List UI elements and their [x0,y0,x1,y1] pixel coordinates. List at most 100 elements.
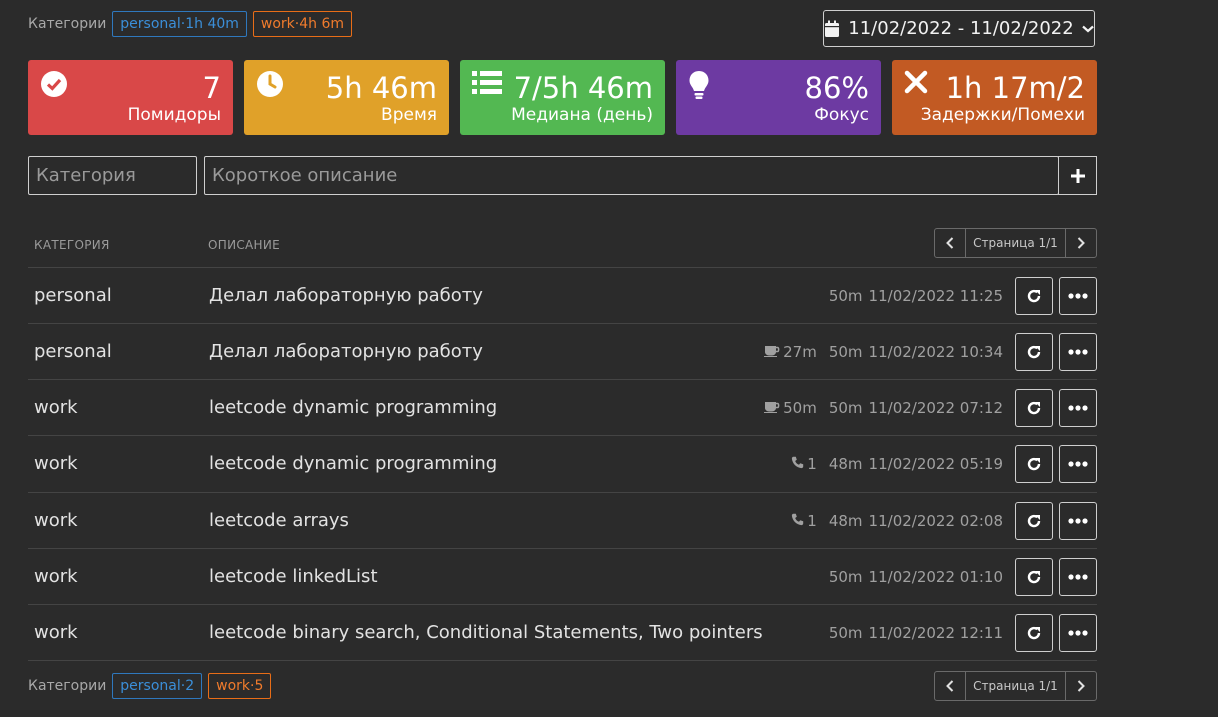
row-description: leetcode dynamic programming [209,397,498,418]
ellipsis-icon [1068,518,1088,524]
stat-value: 1h 17m/2 [945,71,1085,105]
repeat-button[interactable] [1015,558,1053,596]
next-page-button[interactable] [1066,229,1096,257]
row-description: Делал лабораторную работу [209,341,483,362]
chevron-left-icon [945,680,954,692]
stat-card-pomodoros: 7 Помидоры [28,60,233,135]
row-category: work [34,510,78,531]
more-options-button[interactable] [1059,558,1097,596]
category-input[interactable]: Категория [28,156,197,195]
repeat-button[interactable] [1015,445,1053,483]
chevron-right-icon [1077,237,1086,249]
repeat-button[interactable] [1015,502,1053,540]
stat-caption: Задержки/Помехи [920,105,1085,125]
check-circle-icon [41,71,67,97]
row-datetime: 11/02/2022 12:11 [868,624,1003,642]
ellipsis-icon [1068,405,1088,411]
repeat-button[interactable] [1015,614,1053,652]
stat-card-median: 7/5h 46m Медиана (день) [460,60,665,135]
redo-icon [1027,345,1041,359]
categories-label: Категории [28,678,107,694]
repeat-button[interactable] [1015,277,1053,315]
redo-icon [1027,457,1041,471]
ellipsis-icon [1068,293,1088,299]
table-row: work leetcode dynamic programming 50m 50m 11… [28,379,1097,435]
more-options-button[interactable] [1059,277,1097,315]
category-tag-personal[interactable]: personal·1h 40m [112,11,247,37]
category-tag-work[interactable]: work·4h 6m [252,11,353,37]
next-page-button[interactable] [1066,672,1096,700]
bottom-category-summary: Категории personal·2 work·5 [28,673,272,699]
row-datetime: 11/02/2022 02:08 [868,512,1003,530]
phone-icon [791,455,804,473]
coffee-icon [764,399,780,417]
more-options-button[interactable] [1059,445,1097,483]
x-icon [904,70,928,94]
row-category: personal [34,341,112,362]
chevron-right-icon [1077,680,1086,692]
description-input[interactable]: Короткое описание [204,156,1059,195]
prev-page-button[interactable] [935,672,965,700]
redo-icon [1027,626,1041,640]
category-tag-work[interactable]: work·5 [208,673,272,699]
top-category-summary: Категории personal·1h 40m work·4h 6m [28,11,353,37]
row-duration: 50m [828,287,863,305]
stat-card-focus: 86% Фокус [676,60,881,135]
row-duration: 48m [828,455,863,473]
stat-value: 7/5h 46m [513,71,653,105]
chevron-left-icon [945,237,954,249]
more-options-button[interactable] [1059,502,1097,540]
add-button[interactable] [1058,156,1097,195]
stat-caption: Помидоры [127,105,221,125]
row-duration: 50m [828,624,863,642]
row-meta: 50m 11/02/2022 01:10 [829,568,1003,586]
stat-card-time: 5h 46m Время [244,60,449,135]
repeat-button[interactable] [1015,389,1053,427]
row-meta: 50m 11/02/2022 11:25 [829,287,1003,305]
interruption-info: 1 [791,455,817,473]
interruption-info: 1 [791,512,817,530]
stat-value: 86% [804,71,869,105]
row-duration: 50m [828,568,863,586]
more-options-button[interactable] [1059,614,1097,652]
row-description: leetcode arrays [209,510,349,531]
more-options-button[interactable] [1059,389,1097,427]
bottom-pager: Страница 1/1 [934,671,1097,701]
row-datetime: 11/02/2022 05:19 [868,455,1003,473]
repeat-button[interactable] [1015,333,1053,371]
row-meta: 27m 50m 11/02/2022 10:34 [764,343,1003,361]
category-tag-personal[interactable]: personal·2 [112,673,203,699]
ellipsis-icon [1068,349,1088,355]
interruption-info: 27m [764,343,817,361]
row-category: work [34,622,78,643]
row-duration: 50m [828,399,863,417]
chevron-down-icon [1081,25,1094,32]
row-description: leetcode binary search, Conditional Stat… [209,622,763,643]
row-description: Делал лабораторную работу [209,285,483,306]
interruption-value: 27m [783,343,817,361]
interruption-value: 1 [807,512,817,530]
stat-card-interruptions: 1h 17m/2 Задержки/Помехи [892,60,1097,135]
stat-value: 7 [202,71,221,105]
row-datetime: 11/02/2022 10:34 [868,343,1003,361]
coffee-icon [764,343,780,361]
stat-value: 5h 46m [325,71,437,105]
row-category: work [34,453,78,474]
row-meta: 50m 50m 11/02/2022 07:12 [764,399,1003,417]
row-meta: 1 48m 11/02/2022 05:19 [791,455,1003,473]
column-header-category[interactable]: КАТЕГОРИЯ [34,238,110,252]
prev-page-button[interactable] [935,229,965,257]
more-options-button[interactable] [1059,333,1097,371]
redo-icon [1027,514,1041,528]
stat-caption: Фокус [814,105,869,125]
row-description: leetcode dynamic programming [209,453,498,474]
redo-icon [1027,289,1041,303]
redo-icon [1027,570,1041,584]
column-header-description[interactable]: ОПИСАНИЕ [208,238,280,252]
interruption-value: 50m [783,399,817,417]
ellipsis-icon [1068,461,1088,467]
clock-icon [257,71,283,97]
list-icon [472,71,502,94]
row-datetime: 11/02/2022 01:10 [868,568,1003,586]
date-range-picker[interactable]: 11/02/2022 - 11/02/2022 [823,10,1095,47]
